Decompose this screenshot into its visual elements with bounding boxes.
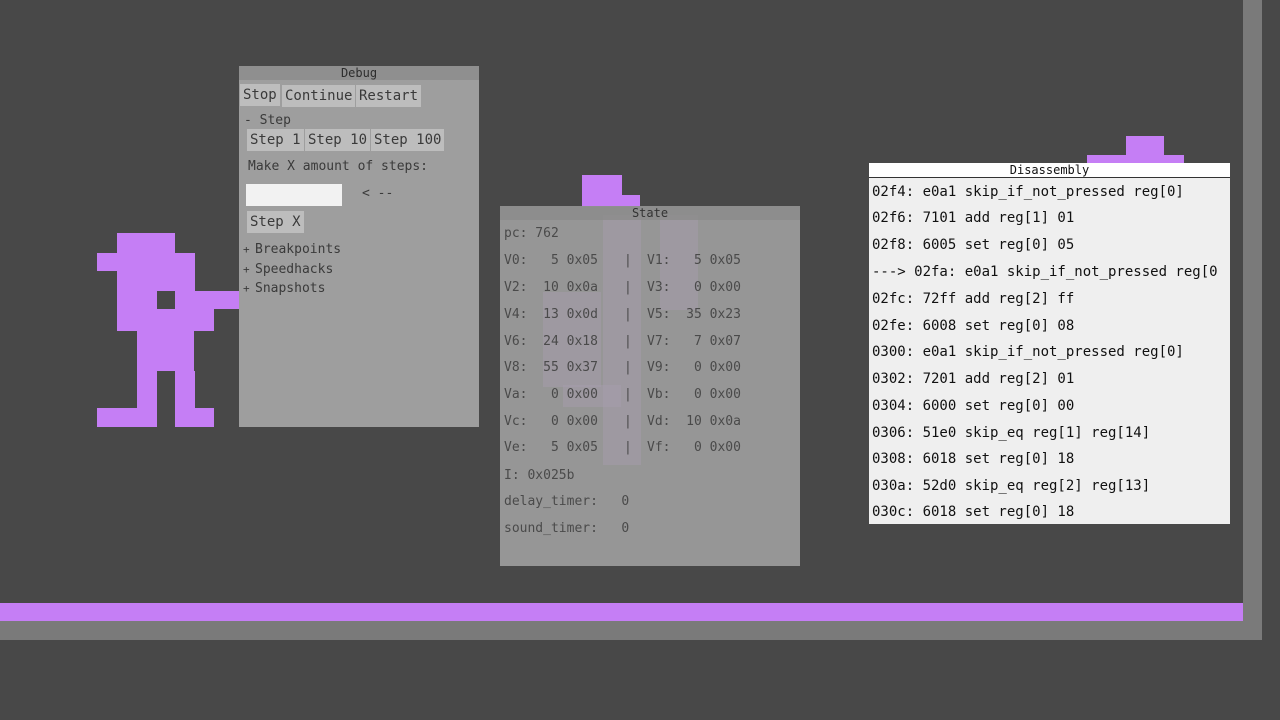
disassembly-title[interactable]: Disassembly <box>869 163 1230 178</box>
pc-value: pc: 762 <box>504 226 559 241</box>
expand-marker: + <box>243 282 250 295</box>
step-x-button[interactable]: Step X <box>247 211 304 233</box>
disassembly-row: 02f4: e0a1 skip_if_not_pressed reg[0] <box>872 184 1184 200</box>
disassembly-row: 0308: 6018 set reg[0] 18 <box>872 451 1075 467</box>
step-1-button[interactable]: Step 1 <box>247 129 304 151</box>
floor-line <box>0 603 1243 621</box>
expand-marker: + <box>243 243 250 256</box>
debug-title[interactable]: Debug <box>239 66 479 80</box>
disassembly-row: 030a: 52d0 skip_eq reg[2] reg[13] <box>872 478 1151 494</box>
disassembly-row: 030c: 6018 set reg[0] 18 <box>872 504 1075 520</box>
step-10-button[interactable]: Step 10 <box>305 129 371 151</box>
make-steps-label: Make X amount of steps: <box>248 159 429 174</box>
speedhacks-label: Speedhacks <box>255 262 334 277</box>
disassembly-row: 0306: 51e0 skip_eq reg[1] reg[14] <box>872 425 1151 441</box>
sound-timer: sound_timer: 0 <box>504 521 630 536</box>
state-panel: State pc: 762 V0: 5 0x05 | V1: 5 0x05 V2… <box>500 206 800 566</box>
game-frame-bottom <box>0 621 1262 640</box>
input-arrow-hint: < -- <box>362 186 394 201</box>
restart-button[interactable]: Restart <box>356 85 422 107</box>
disassembly-panel: Disassembly 02f4: e0a1 skip_if_not_press… <box>869 163 1230 524</box>
disassembly-row: 02f6: 7101 add reg[1] 01 <box>872 210 1075 226</box>
breakpoints-label: Breakpoints <box>255 242 342 257</box>
current-instruction-row: ---> 02fa: e0a1 skip_if_not_pressed reg[… <box>872 264 1218 280</box>
disassembly-row: 0302: 7201 add reg[2] 01 <box>872 371 1075 387</box>
continue-button[interactable]: Continue <box>282 85 356 107</box>
disassembly-row: 02fc: 72ff add reg[2] ff <box>872 291 1075 307</box>
disassembly-row: 0304: 6000 set reg[0] 00 <box>872 398 1075 414</box>
stop-button[interactable]: Stop <box>240 84 280 106</box>
disassembly-row: 02fe: 6008 set reg[0] 08 <box>872 318 1075 334</box>
delay-timer: delay_timer: 0 <box>504 494 630 509</box>
disassembly-row: 0300: e0a1 skip_if_not_pressed reg[0] <box>872 344 1184 360</box>
debug-panel: Debug Stop Continue Restart - Step Step … <box>239 66 479 427</box>
game-frame-right <box>1243 0 1262 640</box>
step-100-button[interactable]: Step 100 <box>371 129 445 151</box>
snapshots-label: Snapshots <box>255 281 326 296</box>
state-title[interactable]: State <box>500 206 800 220</box>
step-section-header[interactable]: - Step <box>244 113 291 129</box>
disassembly-row: 02f8: 6005 set reg[0] 05 <box>872 237 1075 253</box>
index-register: I: 0x025b <box>504 468 575 483</box>
steps-amount-input[interactable] <box>246 184 342 206</box>
expand-marker: + <box>243 263 250 276</box>
